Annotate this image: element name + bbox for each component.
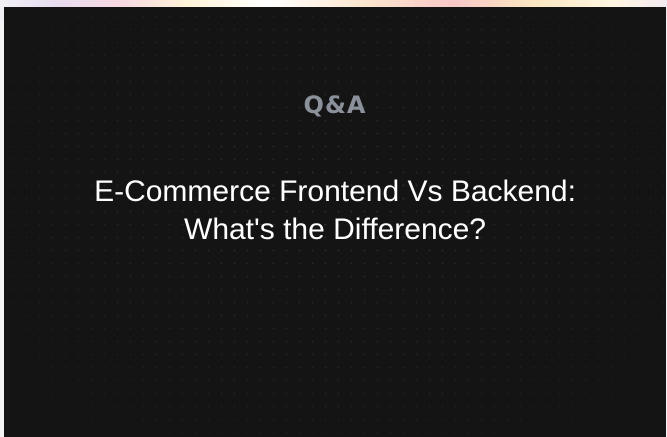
category-label: Q&A (303, 91, 367, 119)
article-title: E-Commerce Frontend Vs Backend: What's t… (94, 175, 576, 246)
article-hero-card[interactable]: Q&A E-Commerce Frontend Vs Backend: What… (4, 7, 666, 437)
page: Q&A E-Commerce Frontend Vs Backend: What… (0, 0, 667, 437)
